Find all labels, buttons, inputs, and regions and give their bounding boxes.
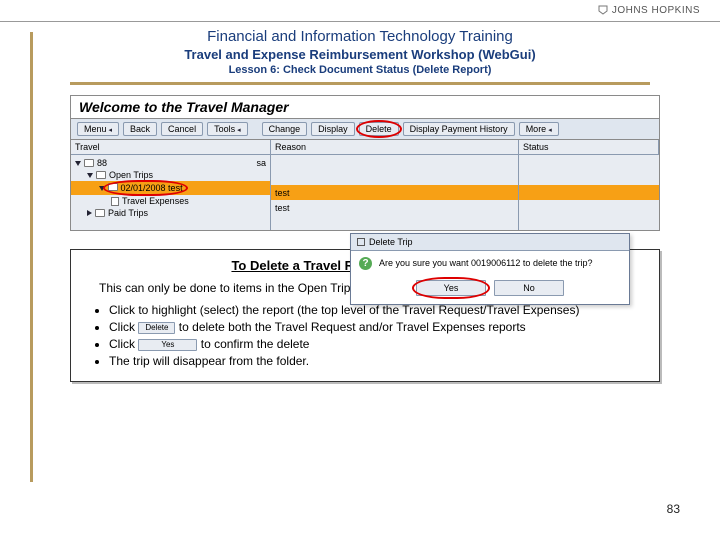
status-selected: [519, 185, 659, 200]
instruction-item: The trip will disappear from the folder.: [109, 354, 645, 369]
header-line2: Travel and Expense Reimbursement Worksho…: [30, 47, 690, 62]
display-payment-history-button[interactable]: Display Payment History: [403, 122, 515, 136]
no-button[interactable]: No: [494, 280, 564, 296]
delete-trip-dialog: Delete Trip ? Are you sure you want 0019…: [350, 233, 630, 305]
folder-icon: [95, 209, 105, 217]
reason-child: test: [271, 200, 518, 215]
selected-trip-highlight: 02/01/2008 test: [108, 183, 183, 193]
text: to delete both the Travel Request and/or…: [175, 320, 525, 334]
tree-selected-trip[interactable]: 02/01/2008 test: [75, 182, 266, 194]
col-travel: Travel: [71, 140, 271, 155]
text: Click: [109, 337, 138, 351]
dialog-buttons: Yes No: [351, 274, 629, 304]
page-number: 83: [667, 502, 680, 516]
app-window: Welcome to the Travel Manager Menu Back …: [70, 95, 660, 231]
instruction-item: Click Yes to confirm the delete: [109, 337, 645, 352]
vertical-rule: [30, 32, 33, 482]
col-reason: Reason: [271, 140, 519, 155]
reason-empty: [271, 170, 518, 185]
document-icon: [111, 197, 119, 206]
dialog-titlebar: Delete Trip: [351, 234, 629, 251]
text: Click: [109, 320, 138, 334]
tools-button[interactable]: Tools: [207, 122, 248, 136]
tree-paid-trips[interactable]: Paid Trips: [75, 207, 266, 219]
dialog-message: Are you sure you want 0019006112 to dele…: [379, 258, 592, 268]
folder-icon: [96, 171, 106, 179]
grid-body: 88 sa Open Trips 02/01/2008 test: [71, 155, 659, 230]
status-pane: [519, 155, 659, 230]
root-suffix: sa: [256, 158, 266, 168]
change-button[interactable]: Change: [262, 122, 308, 136]
folder-icon: [108, 183, 118, 191]
paid-trips-label: Paid Trips: [108, 208, 148, 218]
reason-pane: test test: [271, 155, 519, 230]
open-trips-label: Open Trips: [109, 170, 153, 180]
menu-button[interactable]: Menu: [77, 122, 119, 136]
col-status: Status: [519, 140, 659, 155]
toolbar: Menu Back Cancel Tools Change Display De…: [71, 119, 659, 140]
travel-expenses-label: Travel Expenses: [122, 196, 189, 206]
selected-row: 02/01/2008 test: [71, 181, 270, 195]
dialog-title-text: Delete Trip: [369, 237, 413, 247]
reason-empty: [271, 155, 518, 170]
inline-delete-button: Delete: [138, 322, 175, 334]
text: to confirm the delete: [197, 337, 309, 351]
grid-header: Travel Reason Status: [71, 140, 659, 155]
instruction-item: Click Delete to delete both the Travel R…: [109, 320, 645, 335]
expand-icon: [75, 161, 81, 166]
yes-button[interactable]: Yes: [416, 280, 486, 296]
selected-trip-label: 02/01/2008 test: [121, 183, 183, 193]
expand-icon: [87, 173, 93, 178]
tree-open-trips[interactable]: Open Trips: [75, 169, 266, 181]
inline-yes-button: Yes: [138, 339, 197, 351]
logo-text: JOHNS HOPKINS: [612, 5, 700, 16]
cancel-button[interactable]: Cancel: [161, 122, 203, 136]
dialog-body: ? Are you sure you want 0019006112 to de…: [351, 251, 629, 274]
reason-empty: [271, 215, 518, 230]
status-empty: [519, 200, 659, 215]
expand-icon: [99, 186, 105, 191]
back-button[interactable]: Back: [123, 122, 157, 136]
reason-selected: test: [271, 185, 518, 200]
status-empty: [519, 155, 659, 170]
tree-pane: 88 sa Open Trips 02/01/2008 test: [71, 155, 271, 230]
question-icon: ?: [359, 257, 372, 270]
app-title: Welcome to the Travel Manager: [71, 96, 659, 119]
header-line1: Financial and Information Technology Tra…: [30, 28, 690, 45]
shield-icon: [598, 5, 608, 15]
window-icon: [357, 238, 365, 246]
display-button[interactable]: Display: [311, 122, 355, 136]
status-empty: [519, 170, 659, 185]
tree-root[interactable]: 88 sa: [75, 157, 266, 169]
logo-bar: JOHNS HOPKINS: [0, 0, 720, 22]
status-empty: [519, 215, 659, 230]
root-prefix: 88: [97, 158, 107, 168]
header-line3: Lesson 6: Check Document Status (Delete …: [30, 64, 690, 76]
header: Financial and Information Technology Tra…: [30, 22, 690, 76]
collapse-icon: [87, 210, 92, 216]
horizontal-rule: [70, 82, 650, 85]
delete-button[interactable]: Delete: [359, 122, 399, 136]
logo: JOHNS HOPKINS: [598, 5, 700, 16]
tree-travel-expenses[interactable]: Travel Expenses: [75, 195, 266, 207]
slide-body: Financial and Information Technology Tra…: [0, 22, 720, 522]
more-button[interactable]: More: [519, 122, 559, 136]
instructions-list: Click to highlight (select) the report (…: [85, 303, 645, 369]
instruction-item: Click to highlight (select) the report (…: [109, 303, 645, 318]
folder-icon: [84, 159, 94, 167]
